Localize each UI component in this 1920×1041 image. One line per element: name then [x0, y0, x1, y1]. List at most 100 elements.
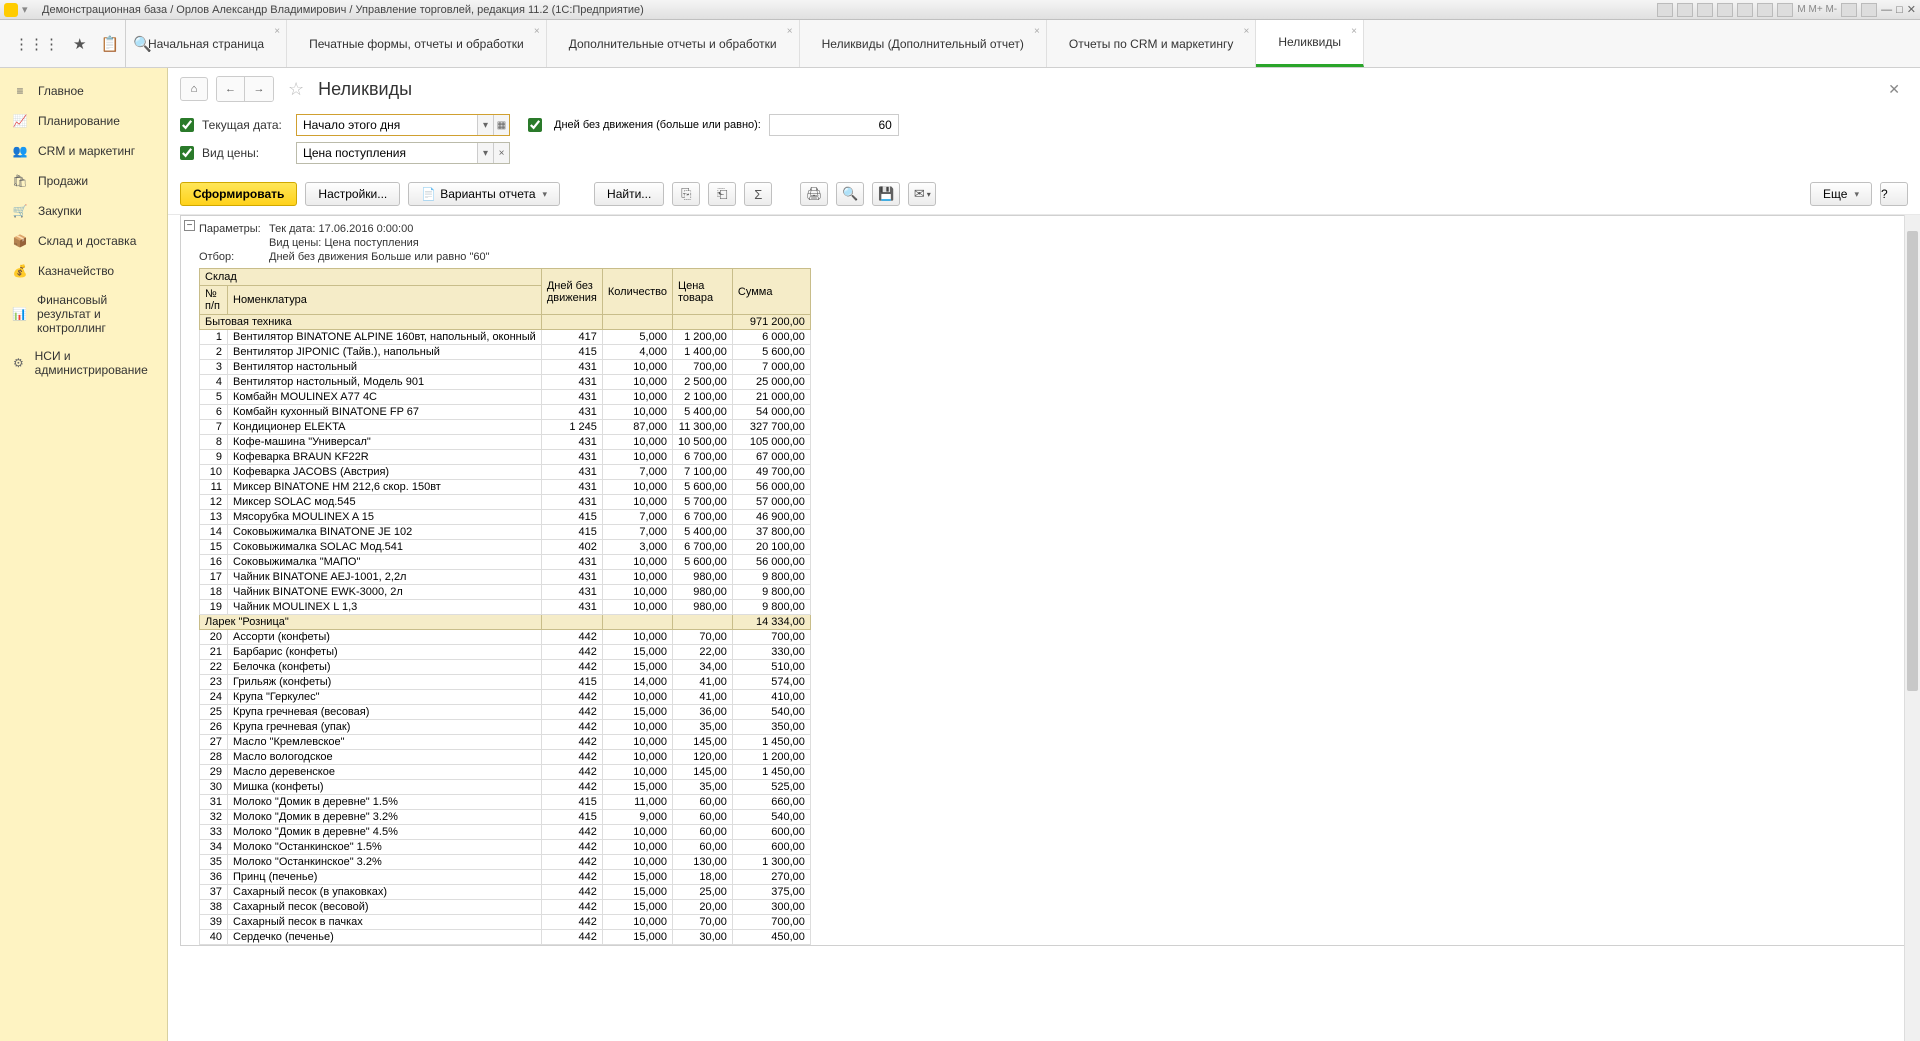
table-row[interactable]: 11Миксер BINATONE HM 212,6 скор. 150вт43…: [200, 480, 811, 495]
table-row[interactable]: 8Кофе-машина "Универсал"43110,00010 500,…: [200, 435, 811, 450]
titlebar-btn[interactable]: [1841, 3, 1857, 17]
find-button[interactable]: Найти...: [594, 182, 664, 206]
sidebar-item[interactable]: ≡Главное: [0, 76, 167, 106]
table-row[interactable]: 7Кондиционер ELEKTA1 24587,00011 300,003…: [200, 420, 811, 435]
clipboard-icon[interactable]: 📋: [100, 35, 119, 53]
collapse-toggle[interactable]: −: [184, 220, 195, 231]
more-button[interactable]: Еще▾: [1810, 182, 1872, 206]
table-row[interactable]: 17Чайник BINATONE AEJ-1001, 2,2л43110,00…: [200, 570, 811, 585]
favorite-toggle[interactable]: ☆: [288, 79, 304, 100]
table-row[interactable]: 24Крупа "Геркулес"44210,00041,00410,00: [200, 690, 811, 705]
sum-button[interactable]: Σ: [744, 182, 772, 206]
table-row[interactable]: 40Сердечко (печенье)44215,00030,00450,00: [200, 930, 811, 945]
table-row[interactable]: 30Мишка (конфеты)44215,00035,00525,00: [200, 780, 811, 795]
tab-close-icon[interactable]: ×: [274, 26, 280, 37]
titlebar-btn[interactable]: [1677, 3, 1693, 17]
home-button[interactable]: ⌂: [180, 77, 208, 101]
table-row[interactable]: 27Масло "Кремлевское"44210,000145,001 45…: [200, 735, 811, 750]
table-row[interactable]: 25Крупа гречневая (весовая)44215,00036,0…: [200, 705, 811, 720]
table-row[interactable]: 38Сахарный песок (весовой)44215,00020,00…: [200, 900, 811, 915]
print-button[interactable]: 🖨: [800, 182, 828, 206]
current-date-input[interactable]: [297, 115, 477, 135]
sidebar-item[interactable]: 📦Склад и доставка: [0, 226, 167, 256]
sidebar-item[interactable]: 💰Казначейство: [0, 256, 167, 286]
table-row[interactable]: 3Вентилятор настольный43110,000700,007 0…: [200, 360, 811, 375]
table-row[interactable]: 28Масло вологодское44210,000120,001 200,…: [200, 750, 811, 765]
tab-close-icon[interactable]: ×: [1351, 26, 1357, 37]
table-row[interactable]: 4Вентилятор настольный, Модель 90143110,…: [200, 375, 811, 390]
table-row[interactable]: 10Кофеварка JACOBS (Австрия)4317,0007 10…: [200, 465, 811, 480]
titlebar-btn[interactable]: [1657, 3, 1673, 17]
tab[interactable]: Печатные формы, отчеты и обработки×: [287, 20, 547, 67]
vertical-scrollbar[interactable]: [1904, 215, 1920, 1041]
forward-button[interactable]: →: [245, 77, 273, 101]
tab[interactable]: Неликвиды (Дополнительный отчет)×: [800, 20, 1047, 67]
table-row[interactable]: 5Комбайн MOULINEX A77 4C43110,0002 100,0…: [200, 390, 811, 405]
days-checkbox[interactable]: [528, 118, 542, 132]
dropdown-icon[interactable]: ▾: [477, 115, 493, 135]
sidebar-item[interactable]: 📈Планирование: [0, 106, 167, 136]
titlebar-btn[interactable]: [1777, 3, 1793, 17]
current-date-combo[interactable]: ▾ ▦: [296, 114, 510, 136]
table-row[interactable]: 23Грильяж (конфеты)41514,00041,00574,00: [200, 675, 811, 690]
sidebar-item[interactable]: ⚙НСИ и администрирование: [0, 342, 167, 384]
collapse-button[interactable]: ⎗: [708, 182, 736, 206]
titlebar-btn[interactable]: [1697, 3, 1713, 17]
table-row[interactable]: 13Мясорубка MOULINEX A 154157,0006 700,0…: [200, 510, 811, 525]
table-row[interactable]: 21Барбарис (конфеты)44215,00022,00330,00: [200, 645, 811, 660]
table-row[interactable]: 34Молоко "Останкинское" 1.5%44210,00060,…: [200, 840, 811, 855]
help-icon[interactable]: [1861, 3, 1877, 17]
minimize-button[interactable]: —: [1881, 4, 1892, 16]
titlebar-btn[interactable]: [1737, 3, 1753, 17]
titlebar-btn[interactable]: [1757, 3, 1773, 17]
generate-button[interactable]: Сформировать: [180, 182, 297, 206]
save-button[interactable]: 💾: [872, 182, 900, 206]
table-row[interactable]: 20Ассорти (конфеты)44210,00070,00700,00: [200, 630, 811, 645]
table-row[interactable]: 12Миксер SOLAC мод.54543110,0005 700,005…: [200, 495, 811, 510]
email-button[interactable]: ✉▾: [908, 182, 936, 206]
table-row[interactable]: 1Вентилятор BINATONE ALPINE 160вт, напол…: [200, 330, 811, 345]
table-row[interactable]: 31Молоко "Домик в деревне" 1.5%41511,000…: [200, 795, 811, 810]
app-menu-dropdown[interactable]: ▾: [22, 3, 36, 17]
days-input[interactable]: [769, 114, 899, 136]
table-row[interactable]: 36Принц (печенье)44215,00018,00270,00: [200, 870, 811, 885]
table-row[interactable]: 15Соковыжималка SOLAC Мод.5414023,0006 7…: [200, 540, 811, 555]
close-page-button[interactable]: ✕: [1888, 81, 1900, 98]
calendar-icon[interactable]: ▦: [493, 115, 509, 135]
current-date-checkbox[interactable]: [180, 118, 194, 132]
tab-close-icon[interactable]: ×: [1034, 26, 1040, 37]
table-row[interactable]: 22Белочка (конфеты)44215,00034,00510,00: [200, 660, 811, 675]
clear-icon[interactable]: ×: [493, 143, 509, 163]
sidebar-item[interactable]: 🛍Продажи: [0, 166, 167, 196]
price-type-checkbox[interactable]: [180, 146, 194, 160]
table-row[interactable]: 18Чайник BINATONE EWK-3000, 2л43110,0009…: [200, 585, 811, 600]
settings-button[interactable]: Настройки...: [305, 182, 400, 206]
tab[interactable]: Неликвиды×: [1256, 20, 1364, 67]
maximize-button[interactable]: □: [1896, 4, 1903, 16]
table-row[interactable]: 26Крупа гречневая (упак)44210,00035,0035…: [200, 720, 811, 735]
table-row[interactable]: 37Сахарный песок (в упаковках)44215,0002…: [200, 885, 811, 900]
variants-button[interactable]: 📄 Варианты отчета▾: [408, 182, 560, 206]
table-row[interactable]: 14Соковыжималка BINATONE JE 1024157,0005…: [200, 525, 811, 540]
table-row[interactable]: 19Чайник MOULINEX L 1,343110,000980,009 …: [200, 600, 811, 615]
tab-close-icon[interactable]: ×: [1244, 26, 1250, 37]
tab[interactable]: Дополнительные отчеты и обработки×: [547, 20, 800, 67]
table-row[interactable]: 9Кофеварка BRAUN KF22R43110,0006 700,006…: [200, 450, 811, 465]
table-row[interactable]: 33Молоко "Домик в деревне" 4.5%44210,000…: [200, 825, 811, 840]
titlebar-btn[interactable]: [1717, 3, 1733, 17]
table-row[interactable]: 2Вентилятор JIPONIC (Тайв.), напольный41…: [200, 345, 811, 360]
dropdown-icon[interactable]: ▾: [477, 143, 493, 163]
table-row[interactable]: 6Комбайн кухонный BINATONE FP 6743110,00…: [200, 405, 811, 420]
table-row[interactable]: 35Молоко "Останкинское" 3.2%44210,000130…: [200, 855, 811, 870]
tab-close-icon[interactable]: ×: [534, 26, 540, 37]
back-button[interactable]: ←: [217, 77, 245, 101]
price-type-combo[interactable]: ▾ ×: [296, 142, 510, 164]
apps-icon[interactable]: ⋮⋮⋮: [14, 35, 59, 53]
table-row[interactable]: 32Молоко "Домик в деревне" 3.2%4159,0006…: [200, 810, 811, 825]
close-button[interactable]: ✕: [1907, 3, 1916, 16]
sidebar-item[interactable]: 👥CRM и маркетинг: [0, 136, 167, 166]
table-row[interactable]: 16Соковыжималка "МАПО"43110,0005 600,005…: [200, 555, 811, 570]
sidebar-item[interactable]: 🛒Закупки: [0, 196, 167, 226]
help-button[interactable]: ?: [1880, 182, 1908, 206]
table-row[interactable]: 29Масло деревенское44210,000145,001 450,…: [200, 765, 811, 780]
